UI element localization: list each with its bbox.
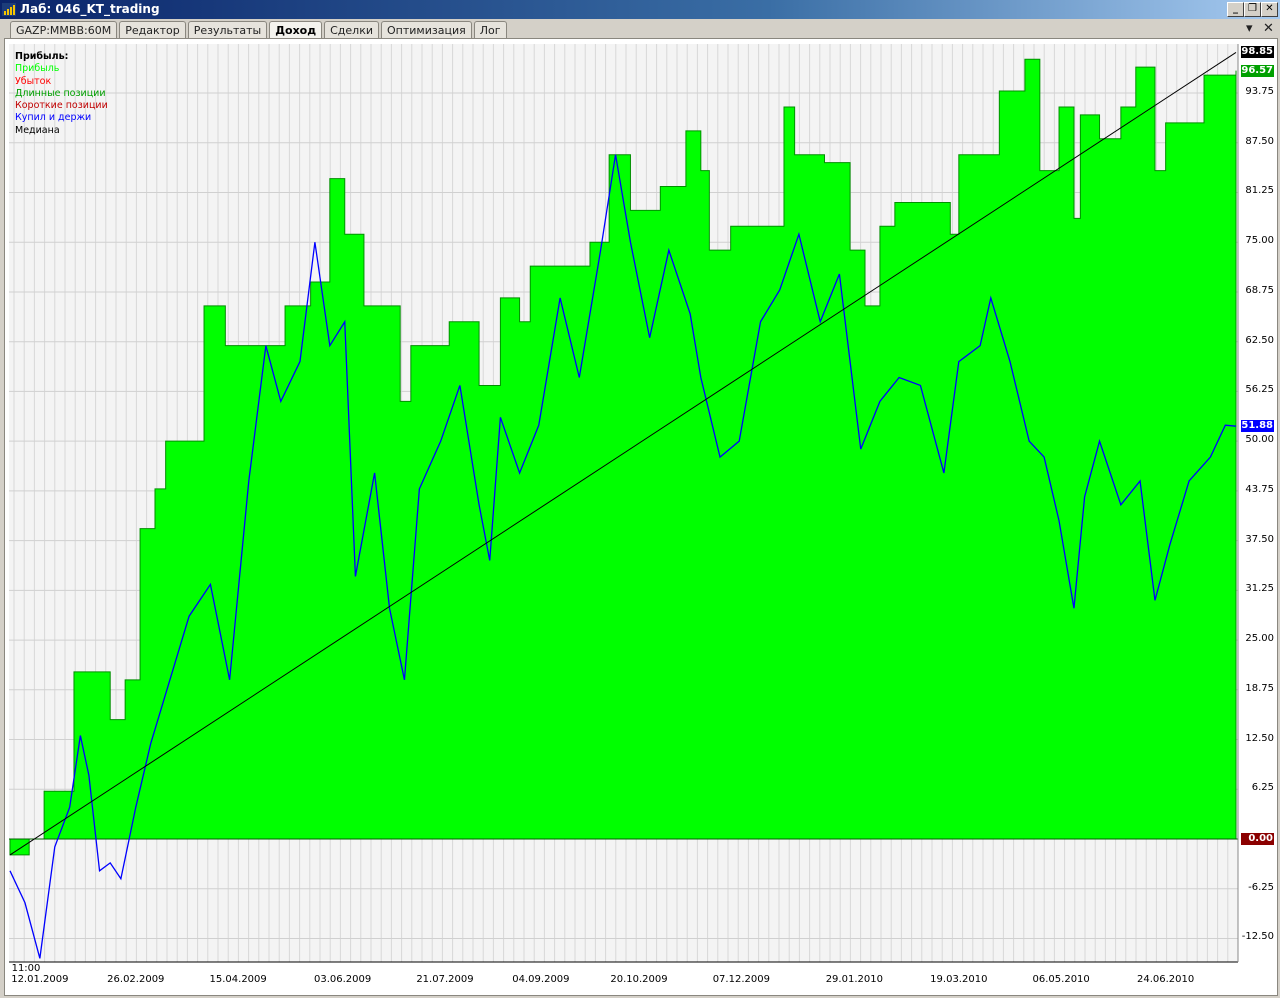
legend-buy-hold: Купил и держи	[15, 112, 92, 124]
y-tick-label: 43.75	[1245, 483, 1274, 495]
legend: Прибыль: Прибыль Убыток Длинные позиции …	[15, 51, 108, 137]
y-tick-label: 6.25	[1251, 782, 1274, 794]
y-tick-label: 18.75	[1245, 682, 1274, 694]
x-tick-label: 24.06.2010	[1136, 974, 1195, 985]
y-tick-label: -12.50	[1241, 931, 1274, 943]
median-value-badge: 98.85	[1241, 46, 1274, 59]
income-chart	[9, 44, 1239, 963]
legend-short: Короткие позиции	[15, 100, 108, 112]
x-tick-label: 29.01.2010	[825, 974, 883, 985]
y-tick-label: 50.00	[1245, 434, 1274, 446]
x-tick-label: 04.09.2009	[512, 974, 570, 985]
y-tick-label: 68.75	[1245, 284, 1274, 296]
x-tick-label: 19.03.2010	[930, 974, 988, 985]
x-tick-label: 12.01.2009	[11, 974, 69, 985]
x-tick-label: 07.12.2009	[712, 974, 770, 985]
y-tick-label: 25.00	[1245, 633, 1274, 645]
legend-profit: Прибыль	[15, 63, 60, 75]
y-tick-label: 12.50	[1245, 732, 1274, 744]
y-tick-label: 37.50	[1245, 533, 1274, 545]
x-tick-label: 03.06.2009	[313, 974, 372, 985]
x-tick-label: 26.02.2009	[107, 974, 165, 985]
y-tick-label: 93.75	[1245, 86, 1274, 98]
zero-value-badge: 0.00	[1241, 833, 1274, 845]
buyhold-value-badge: 51.88	[1241, 420, 1274, 433]
profit-value-badge: 96.57	[1241, 64, 1274, 77]
y-tick-label: 75.00	[1245, 235, 1274, 247]
time-label: 11:00	[11, 963, 41, 974]
x-tick-label: 06.05.2010	[1032, 974, 1090, 985]
y-tick-label: 31.25	[1245, 583, 1274, 595]
x-tick-label: 20.10.2009	[610, 974, 668, 985]
y-tick-label: 81.25	[1245, 185, 1274, 197]
y-tick-label: -6.25	[1248, 881, 1274, 893]
y-tick-label: 56.25	[1245, 384, 1274, 396]
y-tick-label: 62.50	[1245, 334, 1274, 346]
legend-long: Длинные позиции	[15, 87, 106, 99]
legend-title: Прибыль:	[15, 51, 69, 62]
x-tick-label: 15.04.2009	[209, 974, 267, 985]
x-tick-label: 21.07.2009	[416, 974, 474, 985]
y-tick-label: 87.50	[1245, 135, 1274, 147]
legend-loss: Убыток	[15, 75, 52, 87]
legend-median: Медиана	[15, 124, 60, 136]
